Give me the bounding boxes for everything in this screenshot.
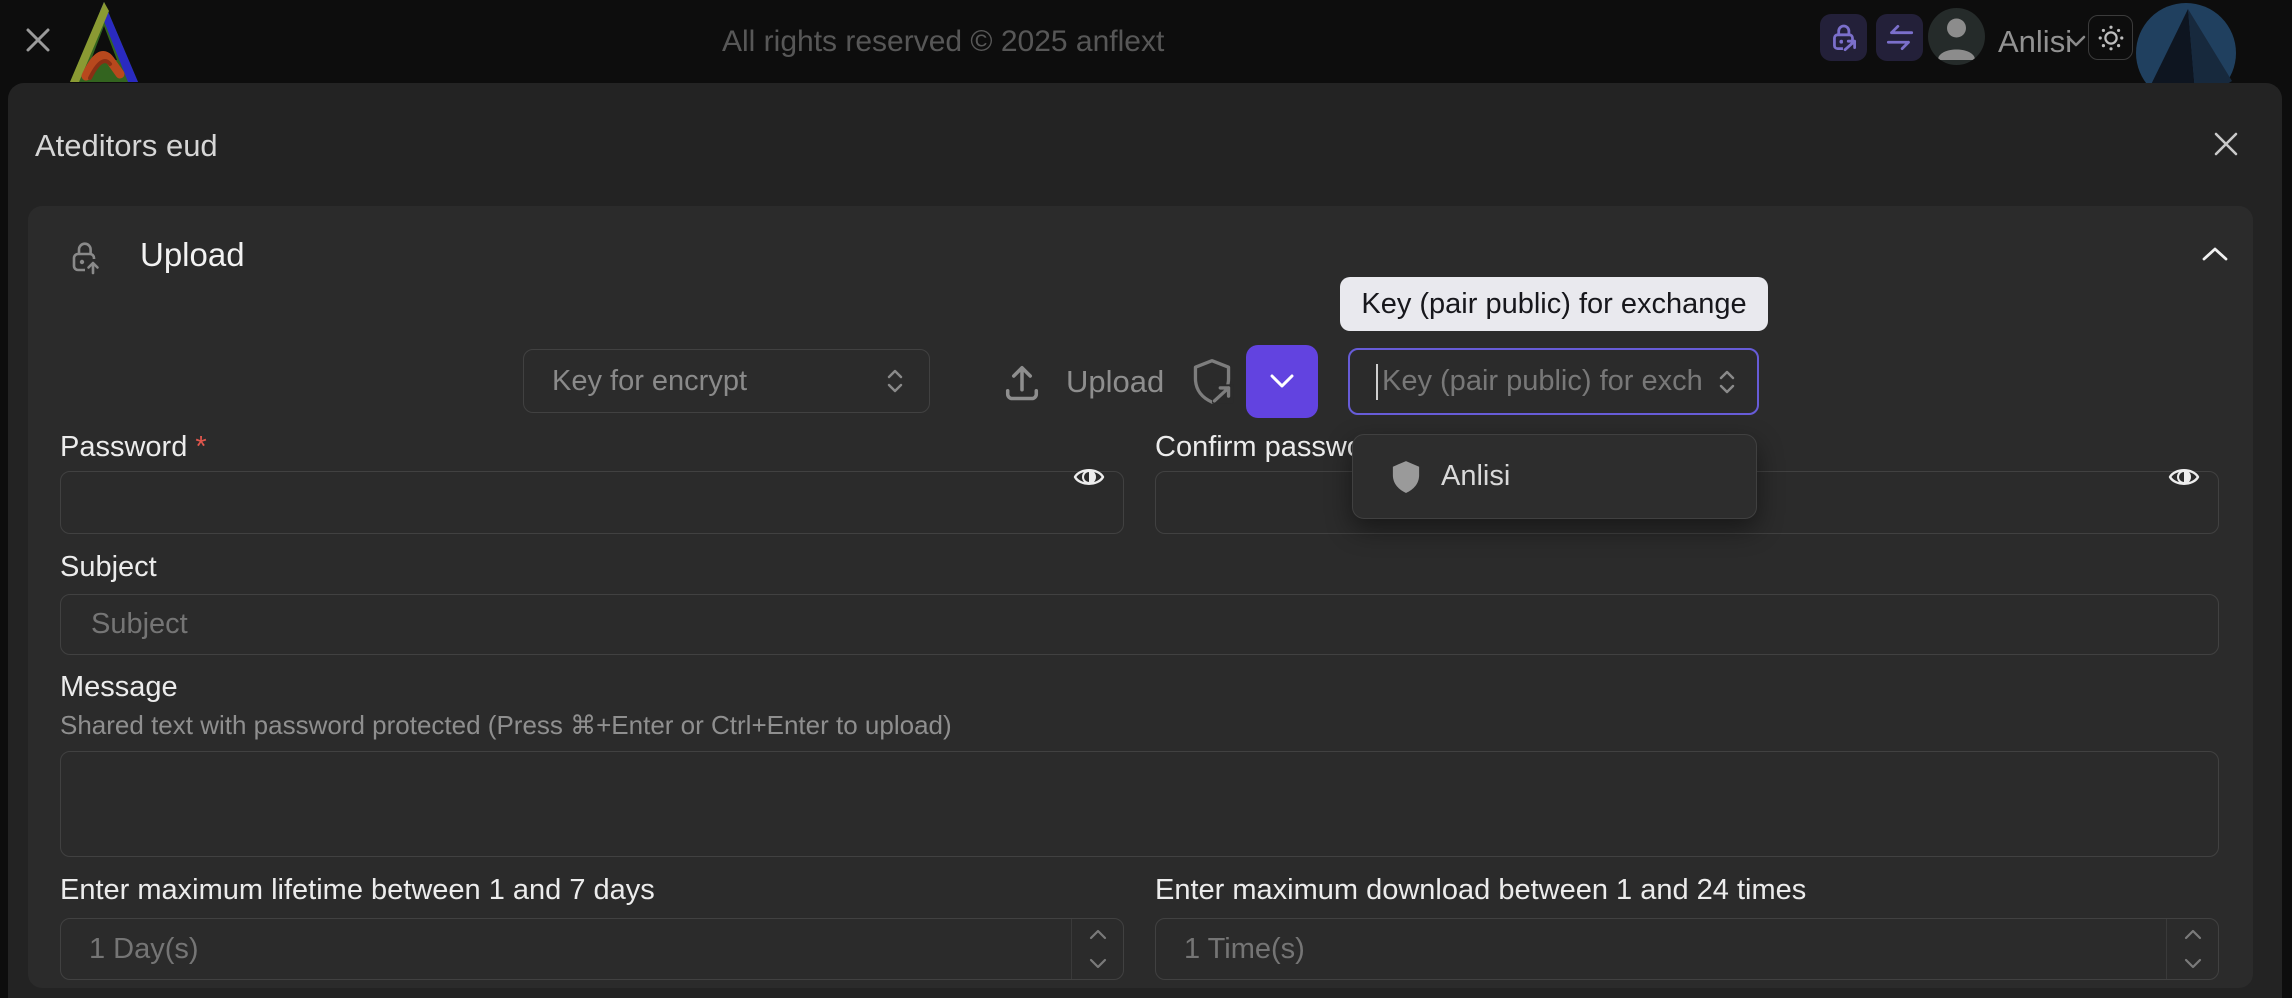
confirm-visibility-icon[interactable] (2167, 460, 2201, 494)
app-root: { "topbar": { "copyright": "All rights r… (0, 0, 2292, 998)
key-exchange-placeholder: Key (pair public) for exch (1382, 365, 1717, 398)
message-label: Message (60, 671, 178, 704)
upload-icon (1000, 360, 1044, 404)
lifetime-label: Enter maximum lifetime between 1 and 7 d… (60, 874, 655, 907)
download-stepper (2166, 919, 2218, 979)
subject-label: Subject (60, 551, 157, 584)
lock-upload-icon (66, 238, 106, 283)
topbar: All rights reserved © 2025 anflext Anlis… (0, 0, 2292, 83)
brand-a-logo (70, 2, 138, 82)
collapse-chevron-up-icon[interactable] (2198, 242, 2232, 266)
person-icon (1928, 8, 1985, 65)
password-visibility-icon[interactable] (1072, 460, 1106, 494)
modal-close-icon[interactable] (2210, 128, 2242, 160)
modal-title: Ateditors eud (35, 128, 218, 164)
sun-icon (2096, 23, 2126, 53)
required-asterisk: * (195, 431, 206, 463)
theme-toggle-button[interactable] (2088, 15, 2133, 60)
shield-icon (1391, 460, 1421, 494)
key-exchange-tooltip: Key (pair public) for exchange (1340, 277, 1768, 331)
key-exchange-dropdown: Anlisi (1352, 434, 1757, 519)
download-input[interactable] (1156, 919, 2166, 979)
key-exchange-select[interactable]: Key (pair public) for exch (1348, 348, 1759, 415)
message-textarea[interactable] (60, 751, 2219, 857)
upload-button-label: Upload (1066, 364, 1164, 400)
stepper-down-icon[interactable] (1072, 949, 1123, 979)
password-label: Password* (60, 431, 207, 464)
stepper-up-icon[interactable] (2167, 919, 2218, 949)
stepper-up-icon[interactable] (1072, 919, 1123, 949)
section-title: Upload (140, 236, 245, 274)
dropdown-option[interactable]: Anlisi (1441, 460, 1510, 493)
window-close-icon[interactable] (22, 24, 54, 56)
key-encrypt-placeholder: Key for encrypt (552, 365, 885, 398)
shield-share-icon (1186, 356, 1238, 408)
select-chevrons-icon (885, 367, 905, 395)
password-input[interactable] (60, 471, 1124, 534)
subject-input[interactable] (60, 594, 2219, 655)
lifetime-field (60, 918, 1124, 980)
chevron-down-icon (1267, 372, 1297, 392)
upload-menu-button[interactable] (1246, 345, 1318, 418)
avatar[interactable] (1928, 8, 1985, 65)
upload-panel: Upload Key for encrypt Upload Key (pair … (28, 206, 2253, 988)
lock-share-button[interactable] (1820, 14, 1867, 61)
upload-modal: Ateditors eud Upload Key for encrypt (8, 83, 2282, 998)
upload-button[interactable]: Upload (1000, 345, 1238, 418)
copyright-text: All rights reserved © 2025 anflext (722, 0, 1164, 83)
user-menu[interactable]: Anlisi (1998, 0, 2072, 83)
transfer-icon (1883, 21, 1917, 55)
lock-share-icon (1827, 21, 1861, 55)
lifetime-stepper (1071, 919, 1123, 979)
transfer-button[interactable] (1876, 14, 1923, 61)
select-chevrons-icon (1717, 368, 1737, 396)
stepper-down-icon[interactable] (2167, 949, 2218, 979)
lifetime-input[interactable] (61, 919, 1071, 979)
key-encrypt-select[interactable]: Key for encrypt (523, 349, 930, 413)
chevron-down-icon[interactable] (2064, 33, 2088, 54)
text-cursor (1376, 364, 1378, 400)
download-label: Enter maximum download between 1 and 24 … (1155, 874, 1806, 907)
download-field (1155, 918, 2219, 980)
message-hint: Shared text with password protected (Pre… (60, 710, 952, 741)
